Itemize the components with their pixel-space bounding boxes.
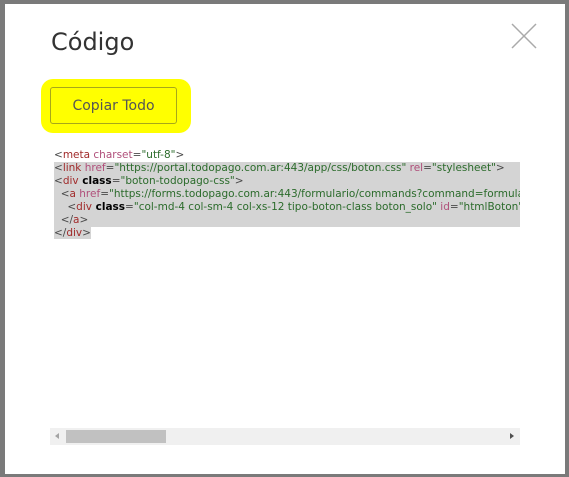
code-token: class: [91, 201, 126, 213]
code-token: div: [66, 227, 83, 239]
code-token: div: [62, 175, 79, 187]
code-line: <link href = "https://portal.todopago.com.…: [54, 162, 520, 175]
code-token: "https://portal.todopago.com.ar:443/app/…: [114, 162, 407, 174]
code-line-content: <a href="https://forms.todopago.com.ar:4…: [54, 188, 520, 201]
code-token: "https://forms.todopago.com.ar:443/formu…: [109, 188, 520, 200]
code-token: "stylesheet": [431, 162, 496, 174]
code-token: "utf-8": [141, 149, 176, 161]
code-line: </div>: [54, 227, 520, 240]
code-token: "col-md-4 col-sm-4 col-xs-12 tipo-boton-…: [133, 201, 437, 213]
code-token: >: [79, 214, 89, 226]
code-token: >: [82, 227, 91, 239]
code-modal: Código Copiar Todo <meta charset="utf-8"…: [5, 4, 565, 474]
code-token: =: [449, 201, 459, 213]
code-line: </a>: [54, 214, 520, 227]
code-line-content: <div class="boton-todopago-css">: [54, 175, 520, 188]
code-line: <meta charset="utf-8">: [54, 149, 520, 162]
code-token: =: [111, 175, 121, 187]
code-token: href: [81, 162, 106, 174]
code-token: <: [54, 149, 63, 161]
close-icon[interactable]: [510, 22, 538, 50]
code-token: rel: [406, 162, 424, 174]
code-token: <: [54, 175, 63, 187]
code-line-content: </div>: [54, 227, 91, 239]
code-token: =: [423, 162, 432, 174]
code-token: id: [436, 201, 450, 213]
code-token: class: [78, 175, 112, 187]
scrollbar-thumb[interactable]: [66, 430, 166, 443]
horizontal-scrollbar[interactable]: [50, 428, 520, 445]
code-token: >: [175, 149, 185, 161]
code-token: >: [495, 162, 505, 174]
code-token: link: [62, 162, 82, 174]
code-token: <: [67, 201, 77, 213]
code-line-content: <meta charset="utf-8">: [54, 149, 184, 161]
code-line-content: <link href = "https://portal.todopago.com.…: [54, 162, 520, 175]
code-token: "boton-todopago-css": [120, 175, 235, 187]
code-token: charset: [90, 149, 133, 161]
scroll-left-arrow-icon[interactable]: [55, 433, 59, 439]
modal-title: Código: [51, 28, 135, 56]
code-token: =: [100, 188, 109, 200]
scroll-right-arrow-icon[interactable]: [510, 433, 514, 439]
code-token: href: [75, 188, 101, 200]
copy-all-button[interactable]: Copiar Todo: [50, 87, 177, 124]
code-token: >: [234, 175, 244, 187]
code-token: </: [60, 214, 74, 226]
code-line-content: </a>: [54, 214, 520, 227]
code-line: <div class="boton-todopago-css">: [54, 175, 520, 188]
code-token: </: [54, 227, 67, 239]
code-token: <: [54, 162, 63, 174]
code-line: <div class="col-md-4 col-sm-4 col-xs-12 …: [54, 201, 520, 214]
code-token: "htmlBoton": [458, 201, 520, 213]
code-token: =: [125, 201, 134, 213]
code-token: div: [76, 201, 92, 213]
code-block: <meta charset="utf-8"> <link href="https:…: [50, 144, 520, 240]
code-viewer[interactable]: <meta charset="utf-8"> <link href="https:…: [50, 144, 520, 444]
code-token: <: [60, 188, 70, 200]
code-line-content: <div class="col-md-4 col-sm-4 col-xs-12 …: [54, 201, 520, 214]
code-token: meta: [62, 149, 91, 161]
code-line: <a href="https://forms.todopago.com.ar:4…: [54, 188, 520, 201]
